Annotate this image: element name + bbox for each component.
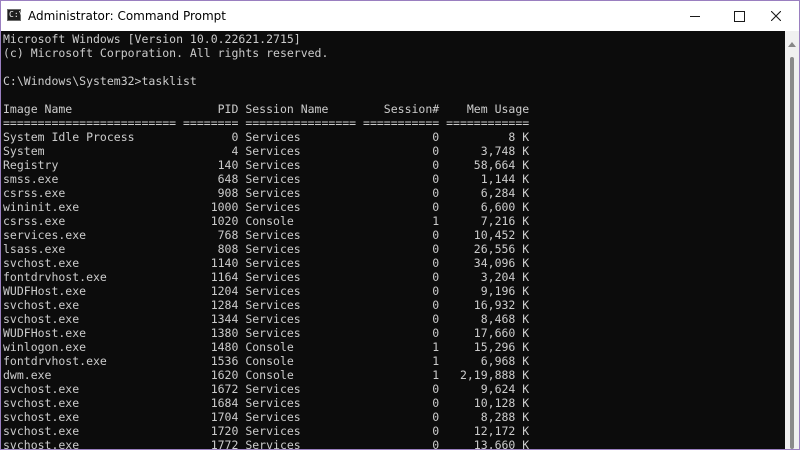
- vertical-scrollbar[interactable]: [785, 31, 799, 449]
- close-icon: [771, 11, 781, 21]
- console-line: svchost.exe 1284 Services 0 16,932 K: [3, 298, 530, 312]
- scrollbar-thumb[interactable]: [790, 57, 794, 449]
- console-line: smss.exe 648 Services 0 1,144 K: [3, 172, 530, 186]
- console-line: System Idle Process 0 Services 0 8 K: [3, 130, 530, 144]
- console-line: svchost.exe 1344 Services 0 8,468 K: [3, 312, 530, 326]
- console-line: winlogon.exe 1480 Console 1 15,296 K: [3, 340, 530, 354]
- console-line: svchost.exe 1720 Services 0 12,172 K: [3, 424, 530, 438]
- console-line: System 4 Services 0 3,748 K: [3, 144, 530, 158]
- command-prompt-icon-glyph: C:\: [9, 10, 24, 19]
- close-button[interactable]: [753, 1, 799, 31]
- scroll-up-arrow-icon[interactable]: [788, 42, 796, 47]
- minimize-icon: [690, 16, 700, 17]
- command-prompt-icon: C:\: [7, 9, 24, 21]
- console-line: wininit.exe 1000 Services 0 6,600 K: [3, 200, 530, 214]
- console-line: svchost.exe 1672 Services 0 9,624 K: [3, 382, 530, 396]
- console-line: Registry 140 Services 0 58,664 K: [3, 158, 530, 172]
- console-line: lsass.exe 808 Services 0 26,556 K: [3, 242, 530, 256]
- console-line: svchost.exe 1772 Services 0 13,660 K: [3, 438, 530, 449]
- command-prompt-window: C:\ Administrator: Command Prompt Micros…: [0, 0, 800, 450]
- console-line: fontdrvhost.exe 1164 Services 0 3,204 K: [3, 270, 530, 284]
- console-line: (c) Microsoft Corporation. All rights re…: [3, 46, 329, 60]
- console-line: Microsoft Windows [Version 10.0.22621.27…: [3, 32, 301, 46]
- window-title: Administrator: Command Prompt: [28, 9, 226, 23]
- maximize-icon: [734, 11, 745, 22]
- console-line: csrss.exe 1020 Console 1 7,216 K: [3, 214, 530, 228]
- title-bar[interactable]: C:\ Administrator: Command Prompt: [1, 1, 799, 31]
- console-line: svchost.exe 1684 Services 0 10,128 K: [3, 396, 530, 410]
- console-line: ========================= ======== =====…: [3, 116, 530, 130]
- console-line: WUDFHost.exe 1380 Services 0 17,660 K: [3, 326, 530, 340]
- console-output[interactable]: Microsoft Windows [Version 10.0.22621.27…: [1, 31, 785, 449]
- console-line: svchost.exe 1704 Services 0 8,288 K: [3, 410, 530, 424]
- console-line: Image Name PID Session Name Session# Mem…: [3, 102, 530, 116]
- console-line: svchost.exe 1140 Services 0 34,096 K: [3, 256, 530, 270]
- console-line: WUDFHost.exe 1204 Services 0 9,196 K: [3, 284, 530, 298]
- console-line: C:\Windows\System32>tasklist: [3, 74, 197, 88]
- minimize-button[interactable]: [672, 1, 718, 31]
- console-line: services.exe 768 Services 0 10,452 K: [3, 228, 530, 242]
- console-line: csrss.exe 908 Services 0 6,284 K: [3, 186, 530, 200]
- console-line: fontdrvhost.exe 1536 Console 1 6,968 K: [3, 354, 530, 368]
- console-line: dwm.exe 1620 Console 1 2,19,888 K: [3, 368, 530, 382]
